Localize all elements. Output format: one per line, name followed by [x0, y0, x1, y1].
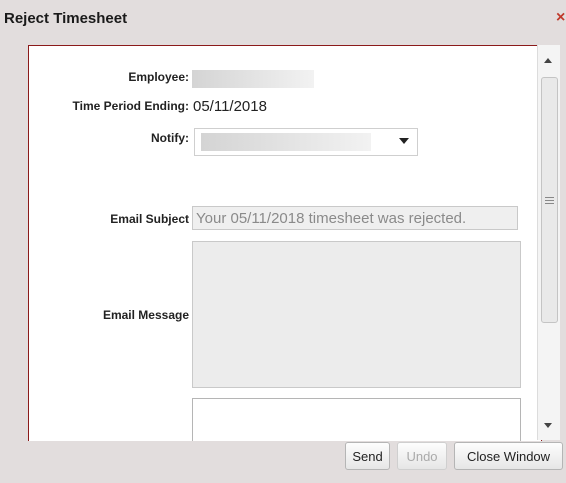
close-icon[interactable]: ×: [556, 9, 565, 27]
send-button[interactable]: Send: [345, 442, 390, 470]
dialog-titlebar: Reject Timesheet ×: [0, 0, 566, 38]
email-subject-field[interactable]: Your 05/11/2018 timesheet was rejected.: [192, 206, 518, 230]
employee-label: Employee:: [128, 70, 189, 84]
close-window-button[interactable]: Close Window: [454, 442, 563, 470]
scroll-down-icon[interactable]: [544, 423, 552, 428]
scrollbar-thumb[interactable]: [541, 77, 558, 323]
notify-value-redacted: [201, 133, 371, 151]
chevron-down-icon: [399, 138, 409, 144]
dialog-title: Reject Timesheet: [4, 10, 128, 27]
undo-button[interactable]: Undo: [397, 442, 447, 470]
message-label: Email Message: [102, 308, 189, 322]
comment-field[interactable]: [192, 398, 521, 441]
scroll-up-icon[interactable]: [544, 58, 552, 63]
period-label: Time Period Ending:: [72, 99, 189, 113]
email-message-field[interactable]: [192, 241, 521, 388]
grip-icon: [545, 197, 554, 198]
reject-timesheet-dialog: Reject Timesheet × Employee: Time Period…: [0, 0, 566, 483]
employee-value-redacted: [192, 70, 314, 88]
vertical-scrollbar[interactable]: [537, 45, 560, 440]
notify-select[interactable]: [194, 128, 418, 156]
subject-label: Email Subject: [110, 212, 189, 226]
notify-label: Notify:: [151, 131, 189, 145]
form-panel: Employee: Time Period Ending: 05/11/2018…: [28, 45, 542, 441]
period-value: 05/11/2018: [193, 98, 267, 115]
